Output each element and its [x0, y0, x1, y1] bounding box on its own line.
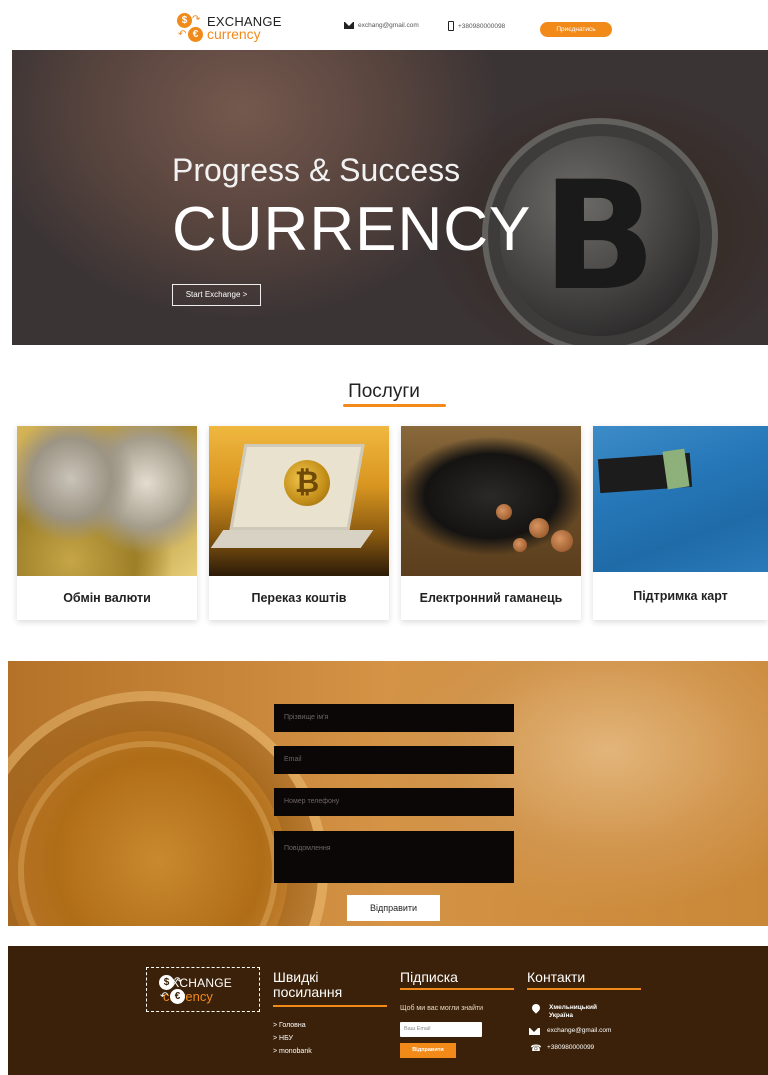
telephone-icon: ☎ [530, 1043, 542, 1053]
email-field[interactable]: Email [274, 746, 514, 774]
footer-logo[interactable]: $ ↷ ↶ € EXCHANGE currency [146, 967, 260, 1012]
page: $ ↷ ↶ € EXCHANGE currency exchang@gmail.co… [0, 0, 768, 1075]
service-label: Переказ коштів [251, 591, 347, 605]
phone-icon [448, 21, 454, 31]
contact-email[interactable]: exchange@gmail.com [529, 1027, 611, 1035]
hero-subtitle: Progress & Success [172, 152, 461, 188]
service-card-cards[interactable]: Підтримка карт [593, 426, 768, 620]
message-field[interactable]: Повідомлення [274, 831, 514, 883]
contact-email-text: exchange@gmail.com [547, 1027, 612, 1034]
subscribe-email-input[interactable]: Ваш Email [400, 1022, 482, 1037]
service-card-transfer[interactable]: ₿ Переказ коштів [209, 426, 389, 620]
laptop-bitcoin-image: ₿ [209, 426, 389, 576]
join-button[interactable]: Приєднатись [540, 22, 612, 37]
service-label: Підтримка карт [633, 589, 728, 603]
contacts-title: Контакти [527, 969, 586, 985]
subscribe-text: Щоб ми вас могли знайти [400, 1005, 484, 1012]
header-phone-text: +380980000098 [458, 22, 506, 30]
hero-title: CURRENCY [172, 195, 532, 264]
name-field[interactable]: Прізвище ім'я [274, 704, 514, 732]
contact-phone[interactable]: ☎ +380980000099 [529, 1044, 594, 1053]
subscribe-title: Підписка [400, 969, 458, 985]
footer-link-home[interactable]: > Головна [273, 1022, 306, 1029]
services-title-underline [343, 404, 446, 407]
contact-address: Хмельницький Україна [529, 1002, 598, 1020]
footer: $ ↷ ↶ € EXCHANGE currency Швидкі посилання… [8, 946, 768, 1075]
header-email-text: exchang@gmail.com [358, 22, 419, 29]
logo-subtitle: currency [207, 26, 261, 42]
quick-links-underline [273, 1005, 387, 1007]
submit-button[interactable]: Відправити [347, 895, 440, 921]
envelope-icon [529, 1028, 540, 1035]
quick-links-title: Швидкі посилання [273, 969, 343, 1000]
footer-link-monobank[interactable]: > monobank [273, 1048, 312, 1055]
footer-link-nbu[interactable]: > НБУ [273, 1035, 293, 1042]
exchange-logo-icon: $ ↷ ↶ € [177, 13, 203, 43]
logo[interactable]: $ ↷ ↶ € EXCHANGE currency [177, 13, 321, 43]
header-phone[interactable]: +380980000098 [448, 21, 505, 31]
service-card-exchange[interactable]: Обмін валюти [17, 426, 197, 620]
wallet-coins-image [401, 426, 581, 576]
service-label: Електронний гаманець [419, 591, 563, 605]
address-city: Хмельницький [549, 1004, 598, 1011]
service-card-ewallet[interactable]: Електронний гаманець [401, 426, 581, 620]
service-label: Обмін валюти [63, 591, 151, 605]
phone-field[interactable]: Номер телефону [274, 788, 514, 816]
envelope-icon [344, 22, 354, 29]
hero-banner: B Progress & Success CURRENCY Start Exch… [12, 50, 768, 345]
contact-phone-text: +380980000099 [547, 1044, 595, 1051]
subscribe-underline [400, 988, 514, 990]
wallet-in-pocket-image [593, 426, 768, 572]
location-pin-icon [530, 1002, 542, 1014]
start-exchange-button[interactable]: Start Exchange > [172, 284, 261, 306]
address-country: Україна [549, 1012, 574, 1019]
services-title: Послуги [348, 381, 420, 402]
contacts-underline [527, 988, 641, 990]
euro-coins-gears-image [17, 426, 197, 576]
header: $ ↷ ↶ € EXCHANGE currency exchang@gmail.co… [0, 0, 768, 50]
contact-form-section: Прізвище ім'я Email Номер телефону Повід… [8, 661, 768, 926]
header-email[interactable]: exchang@gmail.com [344, 22, 419, 29]
subscribe-button[interactable]: Відправити [400, 1043, 456, 1058]
